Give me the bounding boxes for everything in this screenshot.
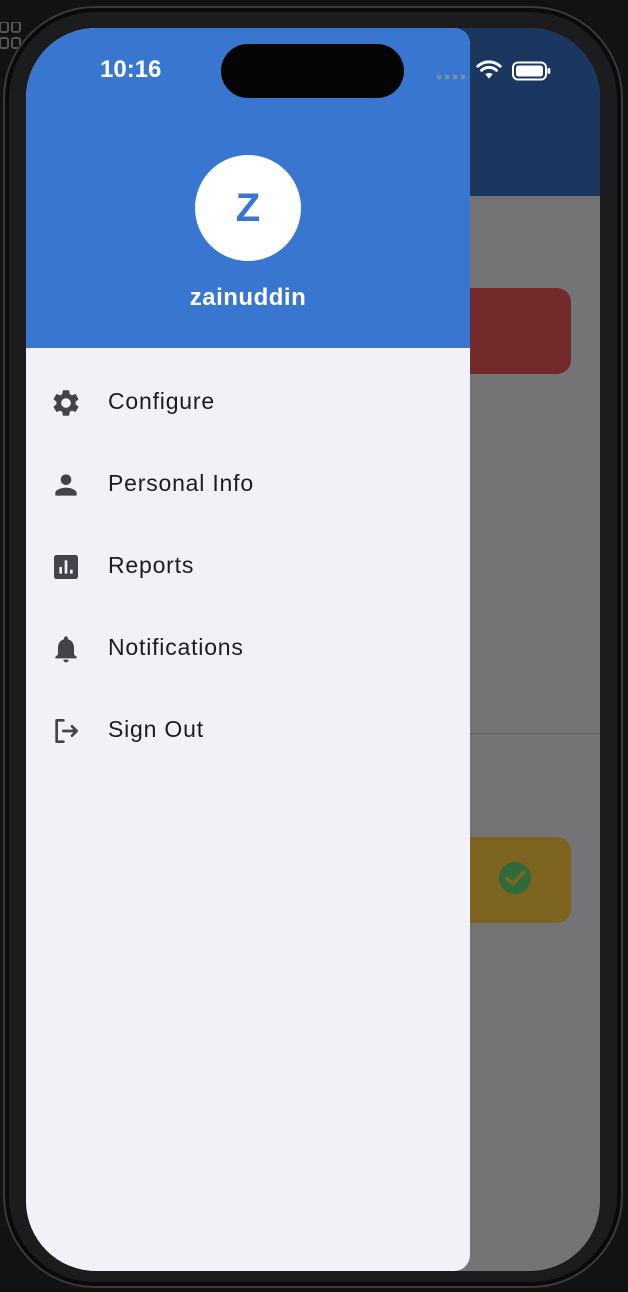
bar-chart-icon bbox=[50, 551, 82, 583]
status-time: 10:16 bbox=[100, 56, 162, 83]
drawer-menu: Configure Personal Info Reports Notifica… bbox=[26, 360, 470, 770]
avatar-initial: Z bbox=[235, 185, 261, 230]
bell-icon bbox=[50, 633, 82, 665]
menu-item-label: Personal Info bbox=[108, 470, 254, 496]
menu-item-reports[interactable]: Reports bbox=[26, 524, 470, 606]
background-divider bbox=[456, 733, 600, 734]
menu-item-configure[interactable]: Configure bbox=[26, 360, 470, 442]
phone-screen: Z zainuddin Configure Personal Info Repo… bbox=[26, 28, 600, 1271]
menu-item-label: Sign Out bbox=[108, 716, 204, 742]
check-circle-icon bbox=[499, 862, 531, 894]
menu-item-personal-info[interactable]: Personal Info bbox=[26, 442, 470, 524]
navigation-drawer: Z zainuddin Configure Personal Info Repo… bbox=[26, 28, 470, 1271]
cellular-signal-icon bbox=[436, 74, 466, 80]
desktop-background: Z zainuddin Configure Personal Info Repo… bbox=[0, 0, 628, 1292]
dynamic-island bbox=[221, 44, 404, 98]
person-icon bbox=[50, 469, 82, 501]
menu-item-notifications[interactable]: Notifications bbox=[26, 606, 470, 688]
menu-item-label: Configure bbox=[108, 388, 215, 414]
gear-icon bbox=[50, 387, 82, 419]
menu-item-sign-out[interactable]: Sign Out bbox=[26, 688, 470, 770]
logout-icon bbox=[50, 715, 82, 747]
menu-item-label: Reports bbox=[108, 552, 195, 578]
menu-item-label: Notifications bbox=[108, 634, 244, 660]
username: zainuddin bbox=[189, 284, 307, 311]
wifi-icon bbox=[476, 60, 502, 79]
avatar[interactable]: Z bbox=[195, 155, 301, 261]
battery-icon bbox=[512, 61, 551, 81]
